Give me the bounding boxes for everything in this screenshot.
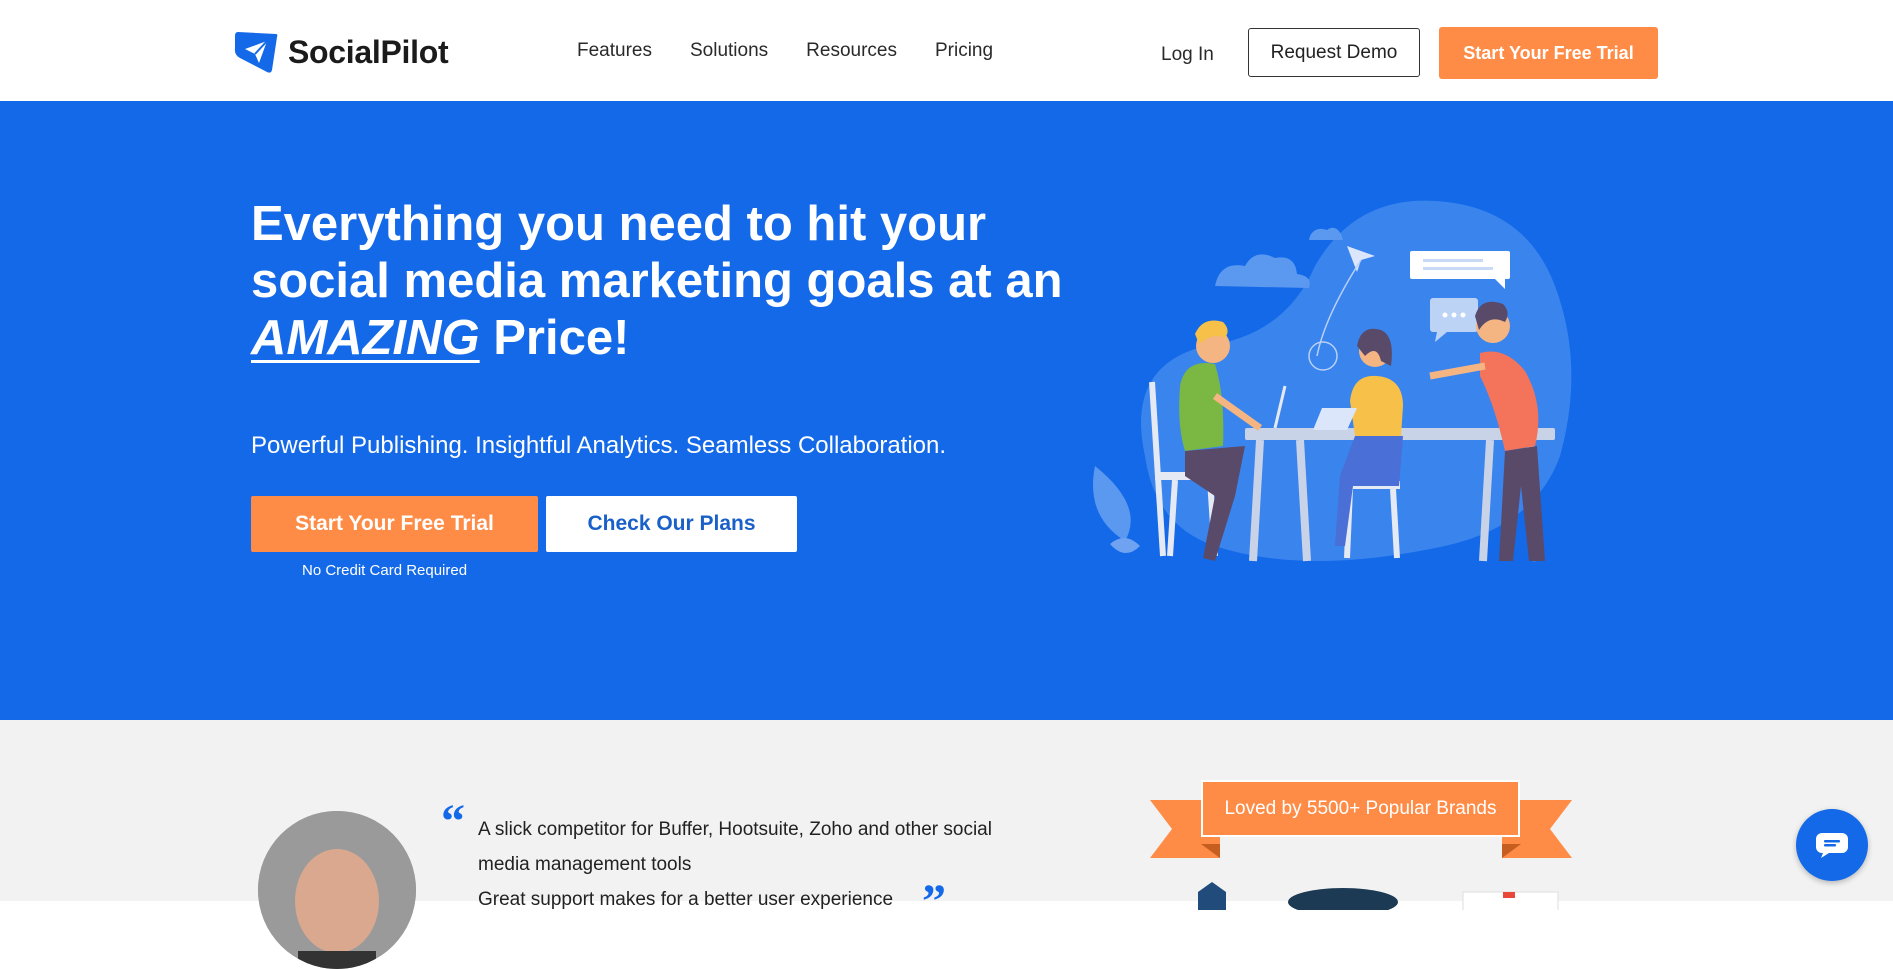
testimonial-text: A slick competitor for Buffer, Hootsuite… xyxy=(478,812,1038,917)
headline-line-2: social media marketing goals at an xyxy=(251,254,1063,308)
reviewer-avatar xyxy=(258,811,416,969)
paper-plane-icon xyxy=(234,32,278,73)
testimonial-section: “ A slick competitor for Buffer, Hootsui… xyxy=(0,720,1893,969)
nav-pricing[interactable]: Pricing xyxy=(935,40,993,62)
chat-bubble-icon xyxy=(1816,833,1848,858)
hero-free-trial-button[interactable]: Start Your Free Trial xyxy=(251,496,538,552)
nav-solutions[interactable]: Solutions xyxy=(690,40,768,62)
main-nav: Features Solutions Resources Pricing xyxy=(577,40,993,62)
brands-ribbon-label: Loved by 5500+ Popular Brands xyxy=(1201,780,1520,837)
request-demo-button[interactable]: Request Demo xyxy=(1248,28,1420,77)
reviewer-photo xyxy=(258,811,416,969)
nav-features[interactable]: Features xyxy=(577,40,652,62)
chat-widget-button[interactable] xyxy=(1796,809,1868,881)
headline-line-1: Everything you need to hit your xyxy=(251,197,987,251)
site-header: SocialPilot Features Solutions Resources… xyxy=(0,8,1893,101)
quote-open-icon: “ xyxy=(441,795,465,848)
check-plans-button[interactable]: Check Our Plans xyxy=(546,496,797,552)
header-free-trial-button[interactable]: Start Your Free Trial xyxy=(1439,27,1658,79)
no-credit-card-note: No Credit Card Required xyxy=(302,562,468,579)
award-badges xyxy=(1198,882,1559,910)
testimonial-line-3: Great support makes for a better user ex… xyxy=(478,889,894,910)
quote-close-icon: ” xyxy=(922,875,946,928)
headline-amazing: AMAZING xyxy=(251,311,480,365)
hero-section: Everything you need to hit your social m… xyxy=(0,101,1893,720)
brand-name: SocialPilot xyxy=(288,33,449,70)
nav-resources[interactable]: Resources xyxy=(806,40,897,62)
testimonial-line-2: media management tools xyxy=(478,854,692,875)
brand-logo[interactable]: SocialPilot xyxy=(232,28,449,76)
login-link[interactable]: Log In xyxy=(1161,44,1214,66)
testimonial-line-1: A slick competitor for Buffer, Hootsuite… xyxy=(478,819,992,840)
team-collaboration-illustration xyxy=(1093,200,1572,562)
hero-headline: Everything you need to hit your social m… xyxy=(251,196,1091,367)
hero-subtitle: Powerful Publishing. Insightful Analytic… xyxy=(251,432,947,459)
headline-end: Price! xyxy=(479,311,630,365)
